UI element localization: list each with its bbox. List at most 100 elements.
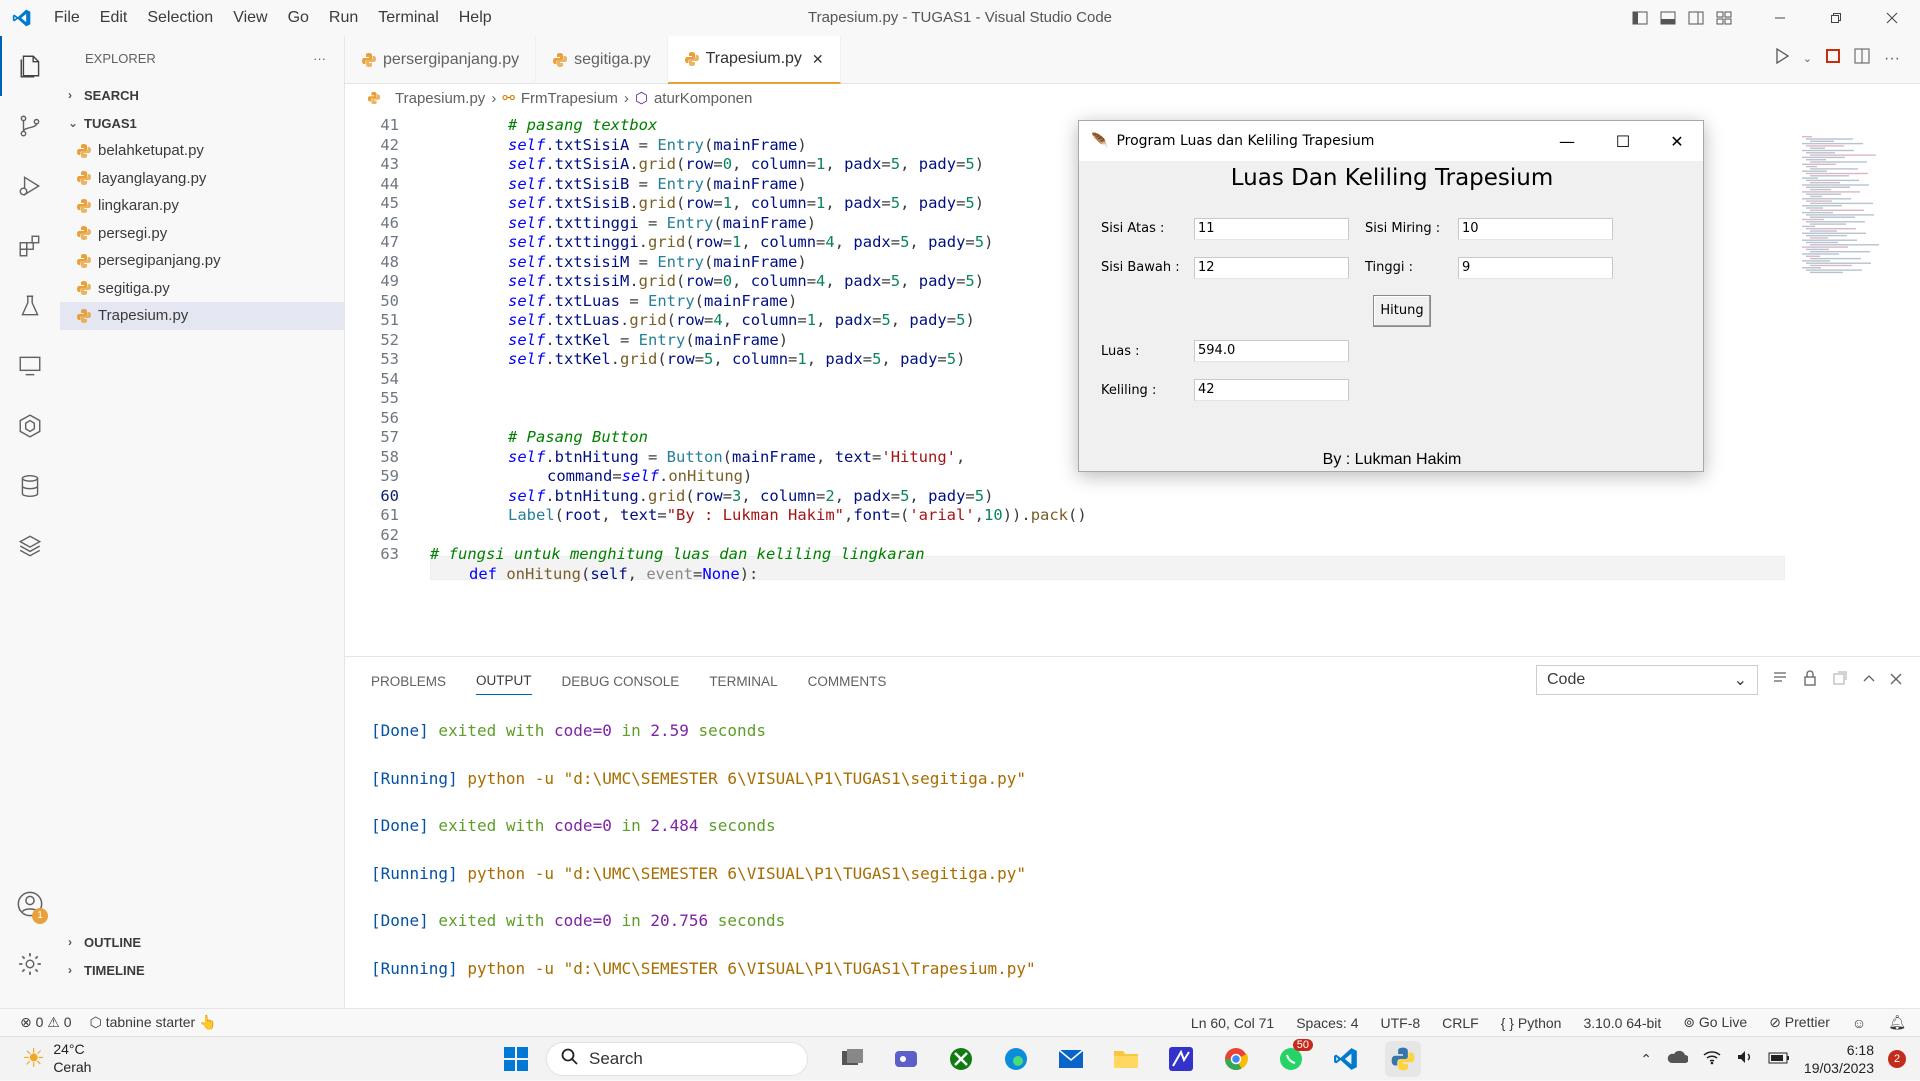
input-tinggi[interactable]: 9 xyxy=(1458,257,1613,279)
xbox-icon[interactable] xyxy=(943,1041,979,1077)
hitung-button[interactable]: Hitung xyxy=(1373,295,1431,327)
language-mode[interactable]: { } Python xyxy=(1501,1015,1562,1031)
input-sisi-miring[interactable]: 10 xyxy=(1458,218,1613,240)
menu-selection[interactable]: Selection xyxy=(137,9,223,27)
close-tab-icon[interactable]: ✕ xyxy=(812,51,824,68)
accounts-icon[interactable]: 1 xyxy=(0,874,60,934)
remote-explorer-icon[interactable] xyxy=(0,336,60,396)
breadcrumb-file[interactable]: Trapesium.py xyxy=(395,90,485,107)
lock-scroll-icon[interactable] xyxy=(1802,670,1818,690)
tab-persergipanjang[interactable]: persergipanjang.py xyxy=(345,36,537,84)
input-sisi-atas[interactable]: 11 xyxy=(1194,218,1349,240)
chrome-icon[interactable] xyxy=(1218,1041,1254,1077)
wifi-icon[interactable] xyxy=(1702,1049,1722,1069)
layers-icon[interactable] xyxy=(0,516,60,576)
explorer-icon[interactable] xyxy=(0,36,60,96)
output-log[interactable]: [Done] exited with code=0 in 2.59 second… xyxy=(371,707,1036,992)
tab-problems[interactable]: PROBLEMS xyxy=(371,674,446,689)
menu-file[interactable]: File xyxy=(44,9,90,27)
breadcrumb-class[interactable]: FrmTrapesium xyxy=(521,90,618,107)
run-dropdown-icon[interactable]: ⌄ xyxy=(1803,52,1812,65)
close-button[interactable] xyxy=(1864,0,1920,36)
notification-count-badge[interactable]: 2 xyxy=(1888,1050,1906,1068)
tabnine-status[interactable]: ⬡ tabnine starter 👆 xyxy=(90,1014,217,1031)
teams-chat-icon[interactable] xyxy=(888,1041,924,1077)
go-live-button[interactable]: ⊚ Go Live xyxy=(1683,1014,1747,1031)
notifications-bell-icon[interactable]: 🔔︎ xyxy=(1888,1014,1906,1031)
menu-go[interactable]: Go xyxy=(278,9,319,27)
restore-button[interactable] xyxy=(1808,0,1864,36)
file-item[interactable]: persegipanjang.py xyxy=(60,247,344,275)
app-icon[interactable] xyxy=(1163,1041,1199,1077)
split-editor-icon[interactable] xyxy=(1854,48,1870,69)
feedback-icon[interactable]: ☺ xyxy=(1852,1015,1866,1031)
search-section[interactable]: › SEARCH xyxy=(60,81,344,109)
menu-run[interactable]: Run xyxy=(319,9,368,27)
close-panel-icon[interactable] xyxy=(1890,672,1902,689)
encoding[interactable]: UTF-8 xyxy=(1380,1015,1420,1031)
file-item[interactable]: layanglayang.py xyxy=(60,165,344,193)
settings-gear-icon[interactable] xyxy=(0,934,60,994)
outline-section[interactable]: › OUTLINE xyxy=(60,928,345,956)
indentation[interactable]: Spaces: 4 xyxy=(1296,1015,1358,1031)
breadcrumb-method[interactable]: aturKomponen xyxy=(654,90,752,107)
file-explorer-icon[interactable] xyxy=(1108,1041,1144,1077)
mail-icon[interactable] xyxy=(1053,1041,1089,1077)
tab-output[interactable]: OUTPUT xyxy=(476,673,532,695)
output-channel-select[interactable]: Code ⌄ xyxy=(1536,665,1758,695)
tab-debug-console[interactable]: DEBUG CONSOLE xyxy=(562,674,680,689)
menu-view[interactable]: View xyxy=(223,9,277,27)
toggle-secondary-sidebar-icon[interactable] xyxy=(1682,0,1710,36)
prettier-status[interactable]: ⊘ Prettier xyxy=(1769,1014,1830,1031)
output-luas[interactable]: 594.0 xyxy=(1194,340,1349,362)
maximize-panel-icon[interactable] xyxy=(1862,671,1876,689)
vscode-taskbar-icon[interactable] xyxy=(1328,1041,1364,1077)
end-of-line[interactable]: CRLF xyxy=(1442,1015,1479,1031)
run-debug-icon[interactable] xyxy=(0,156,60,216)
file-item[interactable]: lingkaran.py xyxy=(60,192,344,220)
windows-start-icon[interactable] xyxy=(498,1041,534,1077)
editor-more-icon[interactable]: ··· xyxy=(1884,50,1900,68)
stop-icon[interactable] xyxy=(1826,49,1841,68)
file-item[interactable]: Trapesium.py xyxy=(60,302,344,330)
weather-widget[interactable]: ☀ 24°C Cerah xyxy=(22,1040,91,1076)
menu-terminal[interactable]: Terminal xyxy=(368,9,448,27)
tk-maximize-button[interactable]: ☐ xyxy=(1595,121,1651,161)
tab-segitiga[interactable]: segitiga.py xyxy=(536,36,668,84)
minimize-button[interactable] xyxy=(1752,0,1808,36)
python-app-taskbar-icon[interactable] xyxy=(1385,1041,1421,1077)
run-file-icon[interactable] xyxy=(1775,47,1790,69)
output-keliling[interactable]: 42 xyxy=(1194,379,1349,401)
tab-trapesium[interactable]: Trapesium.py ✕ xyxy=(667,36,841,84)
edge-browser-icon[interactable] xyxy=(998,1041,1034,1077)
task-view-icon[interactable] xyxy=(835,1041,871,1077)
source-control-icon[interactable] xyxy=(0,96,60,156)
tab-terminal[interactable]: TERMINAL xyxy=(709,674,777,689)
tk-close-button[interactable]: ✕ xyxy=(1649,121,1705,161)
toggle-primary-sidebar-icon[interactable] xyxy=(1626,0,1654,36)
database-icon[interactable] xyxy=(0,456,60,516)
testing-icon[interactable] xyxy=(0,276,60,336)
menu-edit[interactable]: Edit xyxy=(90,9,138,27)
file-item[interactable]: persegi.py xyxy=(60,220,344,248)
timeline-section[interactable]: › TIMELINE xyxy=(60,956,345,984)
more-actions-icon[interactable]: ··· xyxy=(313,51,326,66)
whatsapp-icon[interactable]: 50 xyxy=(1273,1039,1313,1077)
minimap[interactable] xyxy=(1800,136,1890,336)
tab-comments[interactable]: COMMENTS xyxy=(808,674,887,689)
clock[interactable]: 6:18 19/03/2023 xyxy=(1804,1041,1874,1077)
cursor-position[interactable]: Ln 60, Col 71 xyxy=(1191,1015,1274,1031)
battery-icon[interactable] xyxy=(1768,1051,1790,1068)
file-item[interactable]: segitiga.py xyxy=(60,275,344,303)
input-sisi-bawah[interactable]: 12 xyxy=(1194,257,1349,279)
onedrive-icon[interactable] xyxy=(1666,1050,1689,1068)
file-item[interactable]: belahketupat.py xyxy=(60,137,344,165)
volume-icon[interactable] xyxy=(1736,1049,1754,1069)
problems-status[interactable]: ⊗ 0 ⚠ 0 xyxy=(20,1014,72,1031)
tk-minimize-button[interactable]: — xyxy=(1539,121,1595,161)
kubernetes-icon[interactable] xyxy=(0,396,60,456)
show-hidden-icons-icon[interactable]: ⌃ xyxy=(1640,1051,1652,1068)
extensions-icon[interactable] xyxy=(0,216,60,276)
customize-layout-icon[interactable] xyxy=(1710,0,1738,36)
menu-help[interactable]: Help xyxy=(449,9,502,27)
